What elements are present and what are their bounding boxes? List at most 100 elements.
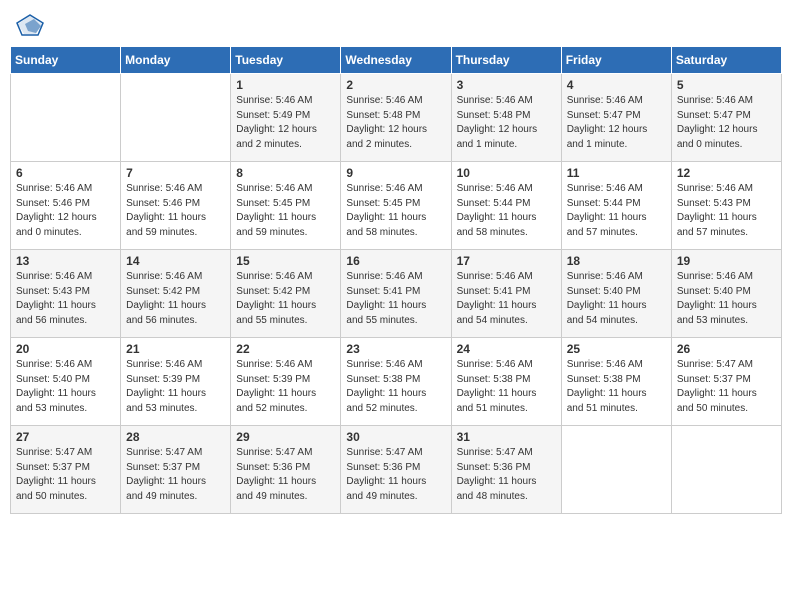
week-row: 1 Sunrise: 5:46 AM Sunset: 5:49 PM Daylig… — [11, 74, 782, 162]
calendar-cell: 20 Sunrise: 5:46 AM Sunset: 5:40 PM Dayli… — [11, 338, 121, 426]
day-info: Sunrise: 5:46 AM Sunset: 5:43 PM Dayligh… — [16, 270, 115, 328]
logo-icon — [16, 14, 44, 36]
calendar-body: 1 Sunrise: 5:46 AM Sunset: 5:49 PM Daylig… — [11, 74, 782, 514]
week-row: 6 Sunrise: 5:46 AM Sunset: 5:46 PM Daylig… — [11, 162, 782, 250]
calendar-table: SundayMondayTuesdayWednesdayThursdayFrid… — [10, 46, 782, 514]
column-header-thursday: Thursday — [451, 47, 561, 74]
column-header-sunday: Sunday — [11, 47, 121, 74]
calendar-cell — [561, 426, 671, 514]
day-info: Sunrise: 5:47 AM Sunset: 5:36 PM Dayligh… — [236, 446, 335, 504]
calendar-cell: 4 Sunrise: 5:46 AM Sunset: 5:47 PM Daylig… — [561, 74, 671, 162]
calendar-cell: 11 Sunrise: 5:46 AM Sunset: 5:44 PM Dayli… — [561, 162, 671, 250]
week-row: 27 Sunrise: 5:47 AM Sunset: 5:37 PM Dayli… — [11, 426, 782, 514]
day-info: Sunrise: 5:46 AM Sunset: 5:38 PM Dayligh… — [346, 358, 445, 416]
calendar-cell: 13 Sunrise: 5:46 AM Sunset: 5:43 PM Dayli… — [11, 250, 121, 338]
calendar-cell: 16Sunrise: 5:46 AM Sunset: 5:41 PM Dayli… — [341, 250, 451, 338]
day-info: Sunrise: 5:46 AM Sunset: 5:42 PM Dayligh… — [236, 270, 335, 328]
calendar-cell: 9 Sunrise: 5:46 AM Sunset: 5:45 PM Daylig… — [341, 162, 451, 250]
day-number: 18 — [567, 254, 666, 268]
calendar-cell: 26 Sunrise: 5:47 AM Sunset: 5:37 PM Dayli… — [671, 338, 781, 426]
column-header-monday: Monday — [121, 47, 231, 74]
day-number: 17 — [457, 254, 556, 268]
week-row: 13 Sunrise: 5:46 AM Sunset: 5:43 PM Dayli… — [11, 250, 782, 338]
day-number: 22 — [236, 342, 335, 356]
logo — [16, 14, 48, 36]
column-header-saturday: Saturday — [671, 47, 781, 74]
day-number: 8 — [236, 166, 335, 180]
day-number: 15 — [236, 254, 335, 268]
calendar-cell: 7 Sunrise: 5:46 AM Sunset: 5:46 PM Daylig… — [121, 162, 231, 250]
day-info: Sunrise: 5:46 AM Sunset: 5:39 PM Dayligh… — [236, 358, 335, 416]
day-info: Sunrise: 5:46 AM Sunset: 5:45 PM Dayligh… — [236, 182, 335, 240]
column-header-friday: Friday — [561, 47, 671, 74]
day-number: 11 — [567, 166, 666, 180]
calendar-cell: 3 Sunrise: 5:46 AM Sunset: 5:48 PM Daylig… — [451, 74, 561, 162]
day-info: Sunrise: 5:46 AM Sunset: 5:40 PM Dayligh… — [677, 270, 776, 328]
calendar-header: SundayMondayTuesdayWednesdayThursdayFrid… — [11, 47, 782, 74]
day-number: 5 — [677, 78, 776, 92]
day-info: Sunrise: 5:46 AM Sunset: 5:47 PM Dayligh… — [567, 94, 666, 152]
day-info: Sunrise: 5:46 AM Sunset: 5:38 PM Dayligh… — [567, 358, 666, 416]
day-number: 12 — [677, 166, 776, 180]
day-info: Sunrise: 5:47 AM Sunset: 5:36 PM Dayligh… — [346, 446, 445, 504]
day-info: Sunrise: 5:46 AM Sunset: 5:44 PM Dayligh… — [567, 182, 666, 240]
calendar-cell: 5 Sunrise: 5:46 AM Sunset: 5:47 PM Daylig… — [671, 74, 781, 162]
column-header-wednesday: Wednesday — [341, 47, 451, 74]
day-info: Sunrise: 5:46 AM Sunset: 5:40 PM Dayligh… — [567, 270, 666, 328]
day-info: Sunrise: 5:46 AM Sunset: 5:41 PM Dayligh… — [457, 270, 556, 328]
calendar-cell — [121, 74, 231, 162]
day-info: Sunrise: 5:46 AM Sunset: 5:47 PM Dayligh… — [677, 94, 776, 152]
day-number: 4 — [567, 78, 666, 92]
day-number: 10 — [457, 166, 556, 180]
day-number: 1 — [236, 78, 335, 92]
day-info: Sunrise: 5:47 AM Sunset: 5:36 PM Dayligh… — [457, 446, 556, 504]
calendar-cell: 22 Sunrise: 5:46 AM Sunset: 5:39 PM Dayli… — [231, 338, 341, 426]
day-info: Sunrise: 5:46 AM Sunset: 5:39 PM Dayligh… — [126, 358, 225, 416]
page-header — [10, 10, 782, 40]
day-number: 24 — [457, 342, 556, 356]
day-number: 27 — [16, 430, 115, 444]
day-number: 20 — [16, 342, 115, 356]
day-number: 13 — [16, 254, 115, 268]
calendar-cell: 15 Sunrise: 5:46 AM Sunset: 5:42 PM Dayli… — [231, 250, 341, 338]
calendar-cell: 17 Sunrise: 5:46 AM Sunset: 5:41 PM Dayli… — [451, 250, 561, 338]
calendar-cell: 2Sunrise: 5:46 AM Sunset: 5:48 PM Daylig… — [341, 74, 451, 162]
day-info: Sunrise: 5:46 AM Sunset: 5:48 PM Dayligh… — [457, 94, 556, 152]
day-info: Sunrise: 5:46 AM Sunset: 5:45 PM Dayligh… — [346, 182, 445, 240]
calendar-cell: 27 Sunrise: 5:47 AM Sunset: 5:37 PM Dayli… — [11, 426, 121, 514]
day-number: 9 — [346, 166, 445, 180]
calendar-cell — [671, 426, 781, 514]
day-number: 31 — [457, 430, 556, 444]
calendar-cell: 28Sunrise: 5:47 AM Sunset: 5:37 PM Dayli… — [121, 426, 231, 514]
day-number: 26 — [677, 342, 776, 356]
calendar-cell: 24 Sunrise: 5:46 AM Sunset: 5:38 PM Dayli… — [451, 338, 561, 426]
day-number: 29 — [236, 430, 335, 444]
day-number: 7 — [126, 166, 225, 180]
day-info: Sunrise: 5:46 AM Sunset: 5:46 PM Dayligh… — [16, 182, 115, 240]
day-number: 25 — [567, 342, 666, 356]
day-info: Sunrise: 5:47 AM Sunset: 5:37 PM Dayligh… — [126, 446, 225, 504]
day-info: Sunrise: 5:46 AM Sunset: 5:48 PM Dayligh… — [346, 94, 445, 152]
calendar-cell: 31 Sunrise: 5:47 AM Sunset: 5:36 PM Dayli… — [451, 426, 561, 514]
day-info: Sunrise: 5:46 AM Sunset: 5:46 PM Dayligh… — [126, 182, 225, 240]
calendar-cell: 25 Sunrise: 5:46 AM Sunset: 5:38 PM Dayli… — [561, 338, 671, 426]
day-info: Sunrise: 5:46 AM Sunset: 5:44 PM Dayligh… — [457, 182, 556, 240]
day-number: 23 — [346, 342, 445, 356]
day-info: Sunrise: 5:46 AM Sunset: 5:38 PM Dayligh… — [457, 358, 556, 416]
day-number: 21 — [126, 342, 225, 356]
calendar-cell: 30Sunrise: 5:47 AM Sunset: 5:36 PM Dayli… — [341, 426, 451, 514]
calendar-cell: 23 Sunrise: 5:46 AM Sunset: 5:38 PM Dayli… — [341, 338, 451, 426]
calendar-cell: 14Sunrise: 5:46 AM Sunset: 5:42 PM Dayli… — [121, 250, 231, 338]
week-row: 20 Sunrise: 5:46 AM Sunset: 5:40 PM Dayli… — [11, 338, 782, 426]
day-info: Sunrise: 5:47 AM Sunset: 5:37 PM Dayligh… — [16, 446, 115, 504]
day-number: 6 — [16, 166, 115, 180]
day-info: Sunrise: 5:46 AM Sunset: 5:49 PM Dayligh… — [236, 94, 335, 152]
calendar-cell: 29 Sunrise: 5:47 AM Sunset: 5:36 PM Dayli… — [231, 426, 341, 514]
day-number: 3 — [457, 78, 556, 92]
calendar-cell: 18 Sunrise: 5:46 AM Sunset: 5:40 PM Dayli… — [561, 250, 671, 338]
day-info: Sunrise: 5:47 AM Sunset: 5:37 PM Dayligh… — [677, 358, 776, 416]
calendar-cell: 21 Sunrise: 5:46 AM Sunset: 5:39 PM Dayli… — [121, 338, 231, 426]
calendar-cell: 12Sunrise: 5:46 AM Sunset: 5:43 PM Dayli… — [671, 162, 781, 250]
day-number: 16 — [346, 254, 445, 268]
day-info: Sunrise: 5:46 AM Sunset: 5:40 PM Dayligh… — [16, 358, 115, 416]
